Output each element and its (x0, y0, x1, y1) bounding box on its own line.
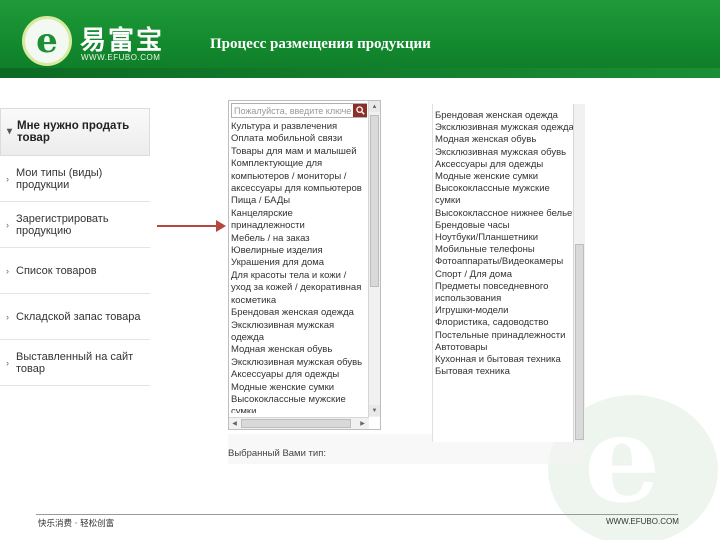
category-option[interactable]: Модные женские сумки (231, 382, 367, 394)
chevron-right-icon: › (6, 358, 9, 368)
subcategory-option[interactable]: Модная женская обувь (435, 134, 575, 146)
chevron-right-icon: › (6, 312, 9, 322)
menu-item-label: Мне нужно продать товар (17, 120, 130, 144)
subcategory-option[interactable]: Аксессуары для одежды (435, 159, 575, 171)
category-option[interactable]: Товары для мам и малышей (231, 146, 367, 158)
menu-item-register-product[interactable]: › Зарегистрировать продукцию (0, 202, 150, 248)
category-option[interactable]: Комплектующие для компьютеров / мониторы… (231, 158, 367, 195)
efubo-logo-icon: e (22, 16, 72, 66)
footer-slogan: 快乐消费 · 轻松创富 (38, 519, 115, 529)
category-option[interactable]: Мебель / на заказ (231, 233, 367, 245)
menu-item-label: Список товаров (16, 264, 97, 277)
brand-url: WWW.EFUBO.COM (81, 53, 161, 62)
scroll-right-icon[interactable]: ▶ (357, 418, 368, 429)
header-banner: e 易富宝 WWW.EFUBO.COM Процесс размещения п… (0, 0, 720, 78)
subcategory-option[interactable]: Постельные принадлежности (435, 330, 575, 342)
category-option[interactable]: Эксклюзивная мужская одежда (231, 320, 367, 345)
pointer-arrow (157, 225, 219, 227)
subcategory-option[interactable]: Эксклюзивная мужская обувь (435, 147, 575, 159)
subcategory-option[interactable]: Игрушки-модели (435, 305, 575, 317)
selected-type-label: Выбранный Вами тип: (228, 448, 326, 459)
menu-item-sell-product[interactable]: ▾ Мне нужно продать товар (0, 108, 150, 156)
chevron-down-icon: ▾ (7, 126, 13, 137)
subcategory-listbox[interactable]: Брендовая женская одежда Эксклюзивная муж… (432, 104, 585, 442)
search-icon (355, 106, 365, 115)
category-search-input[interactable] (232, 104, 352, 117)
scroll-thumb[interactable] (241, 419, 351, 428)
page-title: Процесс размещения продукции (210, 36, 431, 52)
category-option[interactable]: Для красоты тела и кожи / уход за кожей … (231, 270, 367, 307)
subcategory-option[interactable]: Предметы повседневного использования (435, 281, 575, 305)
scroll-thumb[interactable] (370, 115, 379, 287)
chevron-right-icon: › (6, 220, 9, 230)
subcategory-option[interactable]: Высококлассное нижнее белье (435, 208, 575, 220)
subcategory-option[interactable]: Эксклюзивная мужская одежда (435, 122, 575, 134)
category-list: Культура и развлечения Оплата мобильной с… (231, 121, 367, 413)
category-listbox[interactable]: Культура и развлеченияОплата мобильной с… (228, 100, 381, 430)
footer-divider (36, 514, 678, 515)
subcategory-option[interactable]: Бытовая техника (435, 366, 575, 378)
chevron-right-icon: › (6, 174, 9, 184)
subcategory-option[interactable]: Фотоаппараты/Видеокамеры (435, 256, 575, 268)
subcategory-list: Брендовая женская одежда Эксклюзивная муж… (435, 110, 575, 440)
menu-item-label: Зарегистрировать продукцию (16, 212, 109, 237)
seller-menu: ▾ Мне нужно продать товар › Мои типы (ви… (0, 108, 150, 386)
category-option[interactable]: Высококлассные мужские сумки (231, 394, 367, 413)
subcategory-option[interactable]: Флористика, садоводство (435, 317, 575, 329)
category-option[interactable]: Эксклюзивная мужская обувь (231, 357, 367, 369)
category-horizontal-scrollbar[interactable]: ◀ ▶ (229, 417, 369, 429)
search-button[interactable] (353, 104, 367, 117)
category-option[interactable]: Оплата мобильной связи (231, 133, 367, 145)
arrow-head-icon (216, 220, 226, 232)
category-option[interactable]: Пища / БАДы (231, 195, 367, 207)
scroll-left-icon[interactable]: ◀ (229, 418, 240, 429)
subcategory-vertical-scrollbar[interactable] (573, 104, 585, 442)
category-option[interactable]: Канцелярские принадлежности (231, 208, 367, 233)
category-option[interactable]: Брендовая женская одежда (231, 307, 367, 319)
category-vertical-scrollbar[interactable]: ▲ ▼ (368, 101, 380, 417)
subcategory-option[interactable]: Спорт / Для дома (435, 269, 575, 281)
category-option[interactable]: Модная женская обувь (231, 344, 367, 356)
menu-item-label: Выставленный на сайт товар (16, 350, 134, 375)
menu-item-label: Складской запас товара (16, 310, 141, 323)
scroll-down-icon[interactable]: ▼ (369, 405, 380, 416)
subcategory-option[interactable]: Кухонная и бытовая техника (435, 354, 575, 366)
subcategory-option[interactable]: Модные женские сумки (435, 171, 575, 183)
subcategory-option[interactable]: Брендовые часы (435, 220, 575, 232)
chevron-right-icon: › (6, 266, 9, 276)
subcategory-option[interactable]: Автотовары (435, 342, 575, 354)
header-stripe (0, 68, 720, 78)
footer-url: WWW.EFUBO.COM (606, 517, 679, 526)
category-option[interactable]: Культура и развлечения (231, 121, 367, 133)
subcategory-option[interactable]: Мобильные телефоны (435, 244, 575, 256)
category-search (231, 103, 367, 118)
scroll-up-icon[interactable]: ▲ (369, 101, 380, 112)
menu-item-product-list[interactable]: › Список товаров (0, 248, 150, 294)
menu-item-listed-products[interactable]: › Выставленный на сайт товар (0, 340, 150, 386)
scroll-thumb[interactable] (575, 244, 584, 440)
category-option[interactable]: Аксессуары для одежды (231, 369, 367, 381)
menu-item-my-product-types[interactable]: › Мои типы (виды) продукции (0, 156, 150, 202)
subcategory-option[interactable]: Ноутбуки/Планшетники (435, 232, 575, 244)
category-option[interactable]: Ювелирные изделия (231, 245, 367, 257)
brand-name: 易富宝 (80, 26, 165, 56)
subcategory-option[interactable]: Высококлассные мужские сумки (435, 183, 575, 207)
category-option[interactable]: Украшения для дома (231, 257, 367, 269)
menu-item-stock[interactable]: › Складской запас товара (0, 294, 150, 340)
subcategory-option[interactable]: Брендовая женская одежда (435, 110, 575, 122)
menu-item-label: Мои типы (виды) продукции (16, 166, 103, 191)
